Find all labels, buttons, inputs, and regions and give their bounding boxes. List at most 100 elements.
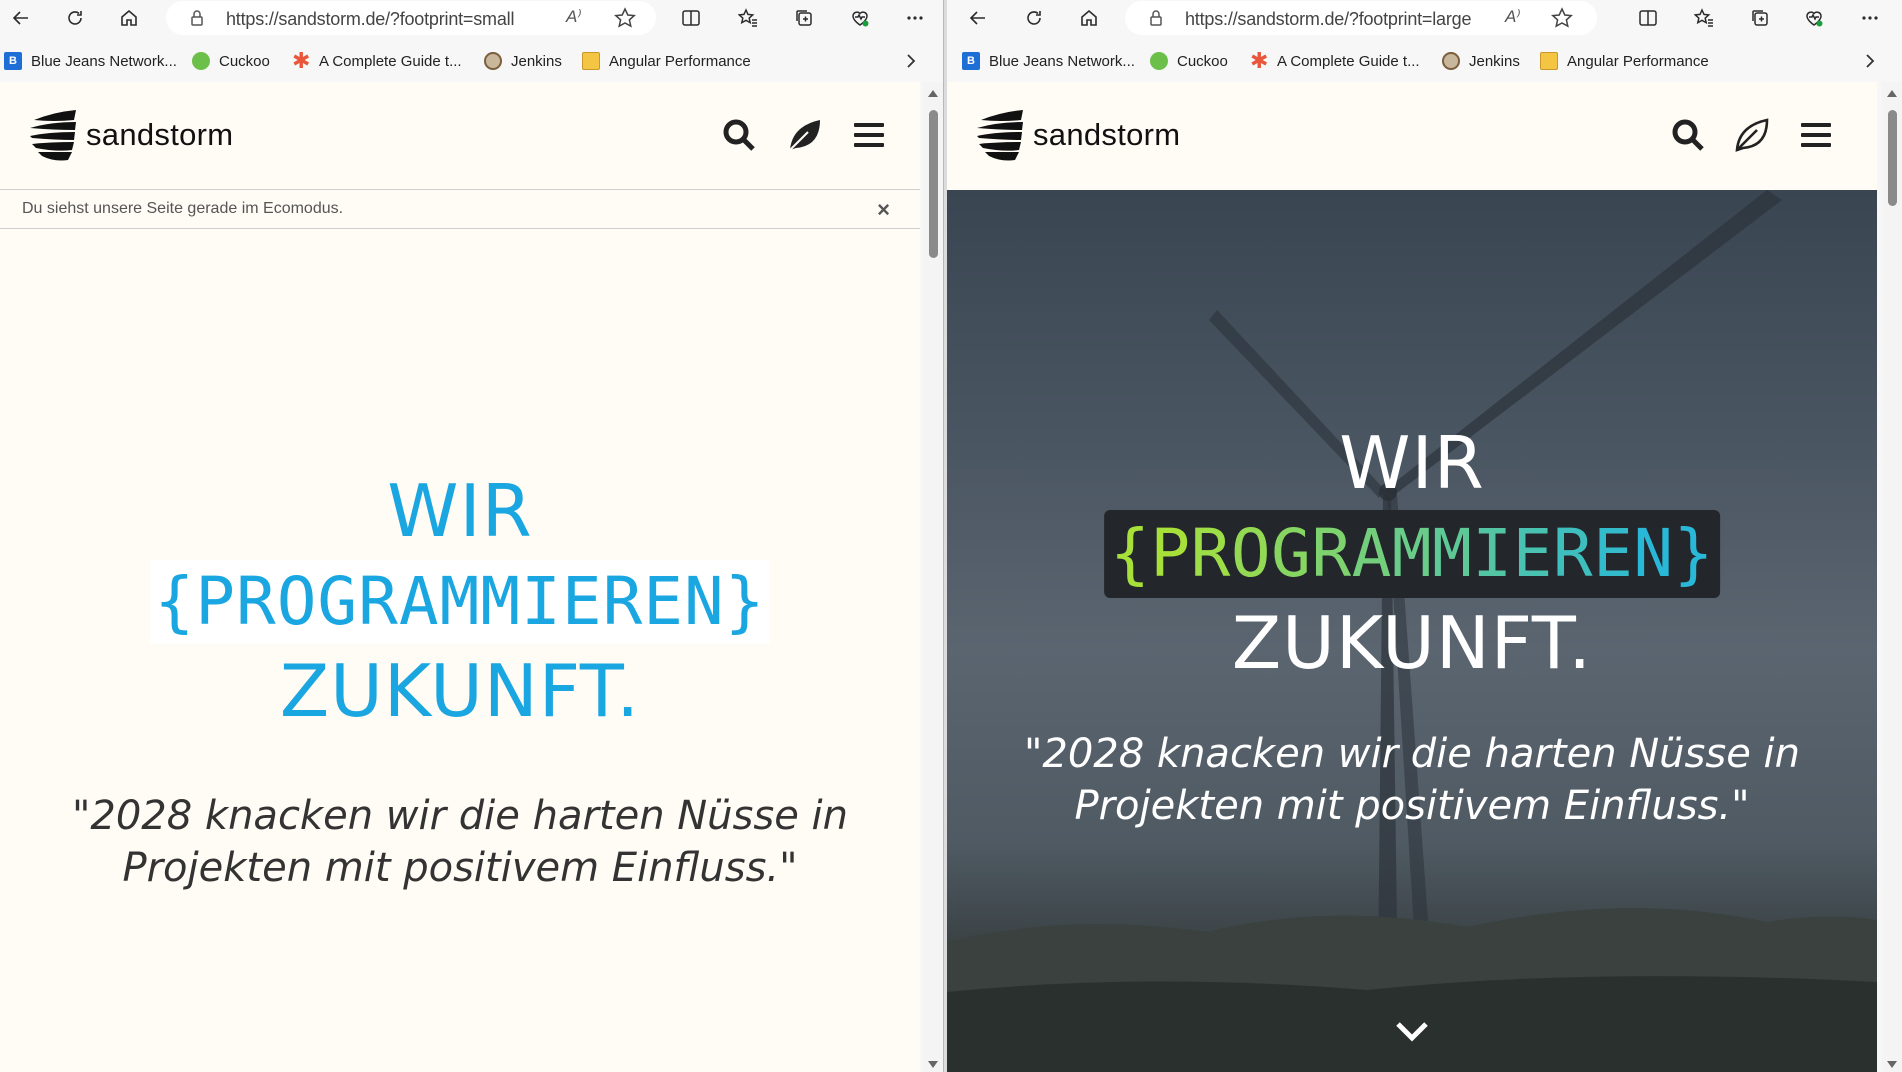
right-browser-window: https://sandstorm.de/?footprint=large A⁾… xyxy=(947,0,1902,1072)
hero-letter: E xyxy=(1593,515,1634,592)
bookmark-label: Cuckoo xyxy=(1177,52,1228,70)
leaf-icon[interactable] xyxy=(786,116,824,154)
eco-mode-message: Du siehst unsere Seite gerade im Ecomodu… xyxy=(22,200,344,217)
folder-icon xyxy=(582,52,600,70)
hamburger-menu-icon[interactable] xyxy=(850,116,888,154)
bookmark-blue-jeans[interactable]: B Blue Jeans Network... xyxy=(962,50,1135,72)
more-options-icon[interactable] xyxy=(1855,3,1885,33)
bookmark-angular-performance[interactable]: Angular Performance xyxy=(1540,50,1709,72)
read-aloud-icon[interactable]: A⁾ xyxy=(566,7,582,27)
site-header: sandstorm xyxy=(947,82,1877,190)
scrollbar-thumb[interactable] xyxy=(929,110,938,258)
bookmark-label: Blue Jeans Network... xyxy=(989,52,1135,70)
favorite-star-icon[interactable] xyxy=(614,7,636,29)
hero-quote: "2028 knacken wir die harten Nüsse in Pr… xyxy=(72,793,848,891)
page-scrollbar[interactable] xyxy=(923,82,943,1072)
sandstorm-logo-icon xyxy=(30,110,76,161)
split-screen-icon[interactable] xyxy=(676,3,706,33)
hero-letter: R xyxy=(1190,515,1231,592)
bluejeans-icon: B xyxy=(962,52,980,70)
bookmark-jenkins[interactable]: Jenkins xyxy=(1442,50,1520,72)
sandstorm-logo-icon xyxy=(977,110,1023,161)
hero-line-1: WIR xyxy=(387,469,533,553)
hero-letter: G xyxy=(1271,515,1312,592)
hero-letter: A xyxy=(1351,515,1392,592)
hero-line-2: PROGRAMMIEREN xyxy=(1150,515,1673,592)
folder-icon xyxy=(1540,52,1558,70)
address-bar[interactable]: https://sandstorm.de/?footprint=small A⁾ xyxy=(166,1,656,35)
bookmark-label: Angular Performance xyxy=(609,52,751,70)
page-content: sandstorm Du siehst unsere Seite gerade … xyxy=(0,82,920,1072)
favorites-icon[interactable] xyxy=(733,3,763,33)
browser-toolbar: https://sandstorm.de/?footprint=large A⁾ xyxy=(947,0,1902,36)
address-bar[interactable]: https://sandstorm.de/?footprint=large A⁾ xyxy=(1125,1,1597,35)
collections-icon[interactable] xyxy=(1745,3,1775,33)
url-text[interactable]: https://sandstorm.de/?footprint=small xyxy=(226,9,514,30)
read-aloud-icon[interactable]: A⁾ xyxy=(1505,7,1521,27)
bluejeans-icon: B xyxy=(4,52,22,70)
site-header: sandstorm xyxy=(0,82,920,190)
close-icon[interactable]: × xyxy=(877,197,890,223)
bookmark-label: A Complete Guide t... xyxy=(1277,52,1420,70)
bookmark-jenkins[interactable]: Jenkins xyxy=(484,50,562,72)
hamburger-menu-icon[interactable] xyxy=(1797,116,1835,154)
hero-line-3: ZUKUNFT. xyxy=(1231,601,1593,685)
hero-line-3: ZUKUNFT. xyxy=(279,649,641,733)
hero-line-2: {PROGRAMMIEREN} xyxy=(150,560,770,644)
leaf-outline-icon[interactable] xyxy=(1733,116,1771,154)
url-text[interactable]: https://sandstorm.de/?footprint=large xyxy=(1185,9,1471,30)
hero-section: WIR {PROGRAMMIEREN} ZUKUNFT. "2028 knack… xyxy=(947,190,1877,1072)
bookmark-cuckoo[interactable]: Cuckoo xyxy=(1150,50,1228,72)
page-content: sandstorm WIR {PROGRAMMIEREN} ZUKUNFT. "… xyxy=(947,82,1877,1072)
hero-letter: M xyxy=(1432,515,1473,592)
bookmarks-bar: B Blue Jeans Network... Cuckoo ✱ A Compl… xyxy=(0,46,943,76)
chevron-right-icon[interactable] xyxy=(902,52,920,70)
back-icon[interactable] xyxy=(963,3,993,33)
hero-letter: M xyxy=(1391,515,1433,592)
home-icon[interactable] xyxy=(114,3,144,33)
hero-letter: I xyxy=(1472,515,1513,592)
collections-icon[interactable] xyxy=(789,3,819,33)
cuckoo-icon xyxy=(1150,52,1168,70)
more-options-icon[interactable] xyxy=(900,3,930,33)
refresh-icon[interactable] xyxy=(1019,3,1049,33)
scroll-down-icon[interactable] xyxy=(1887,1061,1897,1068)
scrollbar-thumb[interactable] xyxy=(1888,110,1897,206)
hero-letter: R xyxy=(1552,515,1594,592)
chevron-down-icon[interactable] xyxy=(1394,1018,1430,1044)
back-icon[interactable] xyxy=(6,3,36,33)
bookmark-cuckoo[interactable]: Cuckoo xyxy=(192,50,270,72)
scroll-up-icon[interactable] xyxy=(928,90,938,97)
search-icon[interactable] xyxy=(1669,116,1707,154)
split-screen-icon[interactable] xyxy=(1633,3,1663,33)
home-icon[interactable] xyxy=(1074,3,1104,33)
search-icon[interactable] xyxy=(720,116,758,154)
sandstorm-logo[interactable]: sandstorm xyxy=(28,108,233,162)
browser-essentials-icon[interactable] xyxy=(1799,3,1829,33)
bookmark-label: Jenkins xyxy=(1469,52,1520,70)
bookmark-blue-jeans[interactable]: B Blue Jeans Network... xyxy=(4,50,177,72)
lock-icon xyxy=(1150,10,1162,26)
bookmark-complete-guide[interactable]: ✱ A Complete Guide t... xyxy=(292,50,462,72)
logo-wordmark: sandstorm xyxy=(86,117,234,152)
chevron-right-icon[interactable] xyxy=(1861,52,1879,70)
bookmark-label: Blue Jeans Network... xyxy=(31,52,177,70)
logo-wordmark: sandstorm xyxy=(1033,117,1181,152)
favorite-star-icon[interactable] xyxy=(1551,7,1573,29)
refresh-icon[interactable] xyxy=(60,3,90,33)
browser-essentials-icon[interactable] xyxy=(845,3,875,33)
bookmark-label: Jenkins xyxy=(511,52,562,70)
sandstorm-logo[interactable]: sandstorm xyxy=(975,108,1180,162)
hero-line-1: WIR xyxy=(1339,421,1485,505)
scroll-down-icon[interactable] xyxy=(928,1061,938,1068)
page-scrollbar[interactable] xyxy=(1882,82,1902,1072)
hero-letter: P xyxy=(1150,515,1191,592)
bookmark-complete-guide[interactable]: ✱ A Complete Guide t... xyxy=(1250,50,1420,72)
favorites-icon[interactable] xyxy=(1689,3,1719,33)
hero-quote: "2028 knacken wir die harten Nüsse in Pr… xyxy=(1024,731,1800,829)
bookmark-angular-performance[interactable]: Angular Performance xyxy=(582,50,751,72)
left-browser-window: https://sandstorm.de/?footprint=small A⁾… xyxy=(0,0,943,1072)
lock-icon xyxy=(191,10,203,26)
scroll-up-icon[interactable] xyxy=(1887,90,1897,97)
cuckoo-icon xyxy=(192,52,210,70)
